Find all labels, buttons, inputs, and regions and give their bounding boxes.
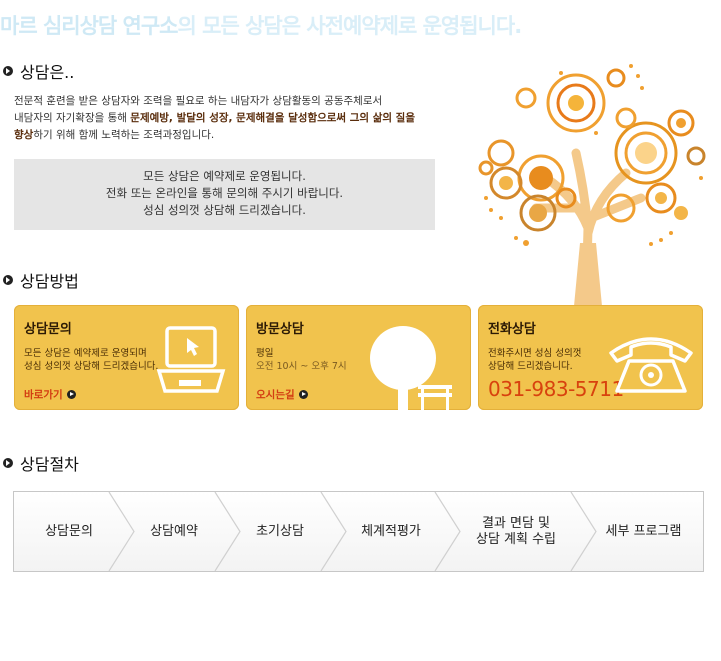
notice-line-2: 전화 또는 온라인을 통해 문의해 주시기 바랍니다. [105, 186, 344, 200]
step-result-plan: 결과 면담 및 상담 계획 수립 [448, 492, 584, 571]
tree-bench-icon [370, 326, 452, 410]
notice-line-1: 모든 상담은 예약제로 운영됩니다. [143, 169, 306, 183]
phone-number[interactable]: 031-983-5711 [488, 377, 624, 401]
card-title: 상담문의 [24, 322, 72, 337]
step-line-1: 결과 면담 및 [481, 515, 551, 531]
intro-line-3-bold: 향상 [14, 129, 34, 141]
intro-line-3-plain: 하기 위해 함께 노력하는 조력과정입니다. [33, 129, 215, 141]
step-line-2: 상담 계획 수립 [475, 531, 557, 547]
arrow-right-icon [298, 390, 308, 399]
bullet-arrow-icon [3, 275, 13, 285]
card-line-1: 평일 [256, 348, 274, 359]
card-line-2: 오전 10시 ~ 오후 7시 [256, 361, 347, 372]
directions-link[interactable]: 오시는길 [256, 387, 308, 402]
step-reservation: 상담예약 [150, 523, 198, 539]
notice-line-3: 성심 성의껏 상담해 드리겠습니다. [143, 203, 306, 217]
card-line-1: 모든 상담은 예약제로 운영되며 [24, 348, 147, 359]
consult-method-cards: 상담문의 모든 상담은 예약제로 운영되며 성심 성의껏 상담해 드리겠습니다.… [14, 305, 704, 411]
card-body: 평일 오전 10시 ~ 오후 7시 [256, 347, 347, 373]
card-phone: 전화상담 전화주시면 성심 성의껏 상담해 드리겠습니다. 031-983-57… [478, 305, 703, 410]
go-link[interactable]: 바로가기 [24, 387, 76, 402]
telephone-icon [609, 337, 693, 393]
bullet-arrow-icon [3, 66, 13, 76]
section-title: 상담은.. [20, 63, 75, 82]
bullet-arrow-icon [3, 458, 13, 468]
step-initial: 초기상담 [256, 523, 304, 539]
card-line-1: 전화주시면 성심 성의껏 [488, 348, 582, 359]
card-title: 방문상담 [256, 322, 304, 337]
intro-line-2-bold: 문제예방, 발달의 성장, 문제해결을 달성함으로써 그의 삶의 질을 [130, 112, 416, 124]
page-title-org: 마르 심리상담 연구소 [0, 14, 179, 38]
card-line-2: 성심 성의껏 상담해 드리겠습니다. [24, 361, 159, 372]
intro-line-3: 향상하기 위해 함께 노력하는 조력과정입니다. [14, 127, 444, 144]
card-title: 전화상담 [488, 322, 536, 337]
card-inquiry: 상담문의 모든 상담은 예약제로 운영되며 성심 성의껏 상담해 드리겠습니다.… [14, 305, 239, 410]
notice-box: 모든 상담은 예약제로 운영됩니다. 전화 또는 온라인을 통해 문의해 주시기… [14, 159, 435, 230]
step-inquiry: 상담문의 [45, 523, 93, 539]
card-body: 모든 상담은 예약제로 운영되며 성심 성의껏 상담해 드리겠습니다. [24, 347, 158, 373]
page-title-rest: 의 모든 상담은 사전예약제로 운영됩니다. [177, 14, 523, 38]
step-program: 세부 프로그램 [605, 523, 682, 539]
intro-line-1: 전문적 훈련을 받은 상담자와 조력을 필요로 하는 내담자가 상담활동의 공동… [14, 95, 383, 107]
step-assessment: 체계적평가 [361, 523, 421, 539]
page-title: 마르 심리상담 연구소의 모든 상담은 사전예약제로 운영됩니다. [0, 10, 523, 40]
card-line-2: 상담해 드리겠습니다. [488, 361, 573, 372]
card-body: 전화주시면 성심 성의껏 상담해 드리겠습니다. [488, 347, 581, 373]
directions-link-label: 오시는길 [256, 389, 295, 401]
intro-line-2-plain: 내담자의 자기확장을 통해 [14, 112, 131, 124]
section-title: 상담방법 [20, 272, 79, 291]
procedure-steps: 상담문의 상담예약 초기상담 체계적평가 결과 면담 및 상담 계획 수립 세부… [13, 491, 704, 572]
intro-line-2: 내담자의 자기확장을 통해 문제예방, 발달의 성장, 문제해결을 달성함으로써… [14, 110, 444, 127]
section-heading-about: 상담은.. [3, 59, 74, 83]
intro-text: 전문적 훈련을 받은 상담자와 조력을 필요로 하는 내담자가 상담활동의 공동… [14, 93, 444, 144]
card-visit: 방문상담 평일 오전 10시 ~ 오후 7시 오시는길 [246, 305, 471, 410]
section-title: 상담절차 [20, 455, 79, 474]
section-heading-method: 상담방법 [3, 268, 79, 292]
arrow-right-icon [66, 390, 76, 399]
decorative-tree-icon [478, 64, 706, 308]
section-heading-procedure: 상담절차 [3, 451, 79, 475]
go-link-label: 바로가기 [24, 389, 63, 401]
laptop-icon [157, 326, 226, 393]
